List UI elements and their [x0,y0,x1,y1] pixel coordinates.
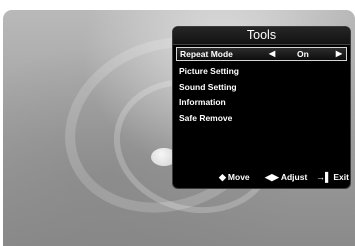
hint-exit-label: Exit [333,172,349,182]
menu-item-picture-setting[interactable]: Picture Setting [176,64,347,78]
leftright-arrows-icon: ◀▶ [265,172,279,182]
hint-move-label: Move [227,172,250,182]
menu-item-label: Picture Setting [179,66,239,76]
exit-icon: →▌ [316,172,332,182]
navigation-hints: ◆ Move ◀▶ Adjust →▌ Exit [173,170,350,184]
hint-adjust-label: Adjust [280,172,308,182]
title-divider [173,44,350,45]
updown-arrows-icon: ◆ [219,172,226,182]
menu-item-label: Safe Remove [179,113,233,123]
menu-item-label: Information [179,97,226,107]
hint-exit[interactable]: →▌ Exit [316,170,349,184]
menu-item-label: Sound Setting [179,82,237,92]
hint-adjust: ◀▶ Adjust [265,170,307,184]
menu-item-safe-remove[interactable]: Safe Remove [176,111,347,125]
menu-title: Tools [173,27,350,44]
hint-move: ◆ Move [219,170,250,184]
left-arrow-icon[interactable]: ◀ [269,48,275,60]
tools-menu: Tools Repeat Mode ◀ On ▶ Picture Setting… [172,26,351,189]
menu-item-sound-setting[interactable]: Sound Setting [176,80,347,94]
menu-item-label: Repeat Mode [180,49,233,59]
menu-item-repeat-mode[interactable]: Repeat Mode ◀ On ▶ [176,47,347,61]
repeat-mode-value: On [297,49,309,59]
right-arrow-icon[interactable]: ▶ [336,48,342,60]
menu-item-information[interactable]: Information [176,95,347,109]
